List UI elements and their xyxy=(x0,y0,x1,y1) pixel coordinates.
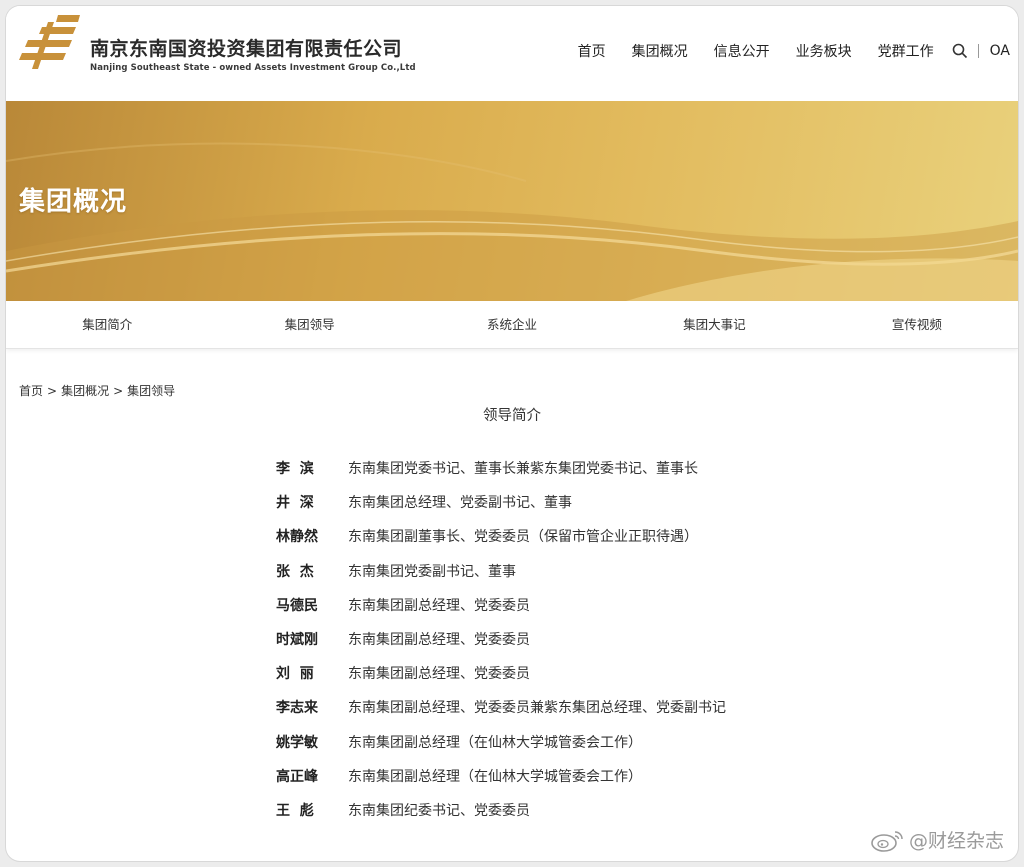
subnav-group-events[interactable]: 集团大事记 xyxy=(613,301,815,348)
search-icon[interactable] xyxy=(952,43,968,59)
leader-name: 高正峰 xyxy=(276,768,318,785)
leader-title: 东南集团副总经理（在仙林大学城管委会工作） xyxy=(348,734,642,751)
leader-title: 东南集团党委书记、董事长兼紫东集团党委书记、董事长 xyxy=(348,461,698,477)
leader-row: 马德民 东南集团副总经理、党委委员 xyxy=(276,595,726,629)
leader-name: 马德民 xyxy=(276,597,318,614)
leader-name: 李志来 xyxy=(276,700,318,717)
leader-name: 井 深 xyxy=(276,495,314,512)
subnav-promo-videos[interactable]: 宣传视频 xyxy=(816,301,1018,348)
nav-party-work[interactable]: 党群工作 xyxy=(878,41,934,61)
banner-title: 集团概况 xyxy=(19,187,128,217)
leader-row: 林静然 东南集团副董事长、党委委员（保留市管企业正职待遇） xyxy=(276,526,726,560)
watermark: @财经杂志 xyxy=(869,826,1004,853)
leader-name: 林静然 xyxy=(276,529,318,546)
section-title: 领导简介 xyxy=(483,408,541,424)
leader-name: 李 滨 xyxy=(276,461,314,477)
nav-group-overview[interactable]: 集团概况 xyxy=(632,41,688,61)
leader-title: 东南集团纪委书记、党委委员 xyxy=(348,802,530,819)
leader-name: 刘 丽 xyxy=(276,666,314,683)
leader-row: 李志来 东南集团副总经理、党委委员兼紫东集团总经理、党委副书记 xyxy=(276,697,726,731)
company-logo-icon[interactable] xyxy=(18,13,84,71)
leader-title: 东南集团副总经理、党委委员 xyxy=(348,597,530,614)
nav-home[interactable]: 首页 xyxy=(578,41,606,61)
brand-name-cn: 南京东南国资投资集团有限责任公司 xyxy=(90,38,403,60)
leader-title: 东南集团副总经理、党委委员 xyxy=(348,631,530,648)
nav-divider xyxy=(977,44,979,58)
breadcrumb-group-leaders[interactable]: 集团领导 xyxy=(127,384,175,398)
leader-name: 姚学敏 xyxy=(276,734,318,751)
subnav-system-enterprises[interactable]: 系统企业 xyxy=(411,301,613,348)
leader-title: 东南集团副总经理、党委委员 xyxy=(348,666,530,683)
breadcrumb: 首页 > 集团概况 > 集团领导 xyxy=(19,382,175,399)
leader-list: 李 滨 东南集团党委书记、董事长兼紫东集团党委书记、董事长 井 深 东南集团总经理、… xyxy=(276,458,726,834)
subnav-group-leaders[interactable]: 集团领导 xyxy=(208,301,410,348)
leader-name: 王 彪 xyxy=(276,802,314,819)
leader-title: 东南集团总经理、党委副书记、董事 xyxy=(348,495,572,512)
leader-row: 井 深 东南集团总经理、党委副书记、董事 xyxy=(276,492,726,526)
leader-row: 李 滨 东南集团党委书记、董事长兼紫东集团党委书记、董事长 xyxy=(276,458,726,492)
breadcrumb-separator: > xyxy=(47,384,58,398)
leader-title: 东南集团副董事长、党委委员（保留市管企业正职待遇） xyxy=(348,529,698,546)
site-header: 南京东南国资投资集团有限责任公司 Nanjing Southeast State… xyxy=(6,6,1018,101)
leader-row: 刘 丽 东南集团副总经理、党委委员 xyxy=(276,663,726,697)
leader-name: 张 杰 xyxy=(276,563,314,580)
leader-row: 高正峰 东南集团副总经理（在仙林大学城管委会工作） xyxy=(276,766,726,800)
page-frame: 南京东南国资投资集团有限责任公司 Nanjing Southeast State… xyxy=(6,6,1018,861)
nav-business-sectors[interactable]: 业务板块 xyxy=(796,41,852,61)
subnav-group-profile[interactable]: 集团简介 xyxy=(6,301,208,348)
breadcrumb-separator: > xyxy=(113,384,124,398)
leader-name: 时斌刚 xyxy=(276,631,318,648)
leader-title: 东南集团副总经理（在仙林大学城管委会工作） xyxy=(348,768,642,785)
banner-wave-graphic xyxy=(6,142,1018,301)
main-nav: 首页 集团概况 信息公开 业务板块 党群工作 OA xyxy=(578,41,1010,61)
watermark-text: @财经杂志 xyxy=(908,830,1004,852)
leader-row: 时斌刚 东南集团副总经理、党委委员 xyxy=(276,629,726,663)
brand-name-en: Nanjing Southeast State - owned Assets I… xyxy=(90,63,416,73)
sub-nav: 集团简介 集团领导 系统企业 集团大事记 宣传视频 xyxy=(6,301,1018,349)
page-banner: 集团概况 xyxy=(6,101,1018,301)
leader-title: 东南集团党委副书记、董事 xyxy=(348,563,516,580)
weibo-icon xyxy=(871,830,903,852)
leader-row: 张 杰 东南集团党委副书记、董事 xyxy=(276,561,726,595)
breadcrumb-group-overview[interactable]: 集团概况 xyxy=(61,384,109,398)
nav-oa[interactable]: OA xyxy=(990,43,1010,59)
nav-information-disclosure[interactable]: 信息公开 xyxy=(714,41,770,61)
leader-row: 姚学敏 东南集团副总经理（在仙林大学城管委会工作） xyxy=(276,732,726,766)
leader-title: 东南集团副总经理、党委委员兼紫东集团总经理、党委副书记 xyxy=(348,700,726,717)
breadcrumb-home[interactable]: 首页 xyxy=(19,384,43,398)
leader-row: 王 彪 东南集团纪委书记、党委委员 xyxy=(276,800,726,834)
brand[interactable]: 南京东南国资投资集团有限责任公司 Nanjing Southeast State… xyxy=(90,34,416,73)
